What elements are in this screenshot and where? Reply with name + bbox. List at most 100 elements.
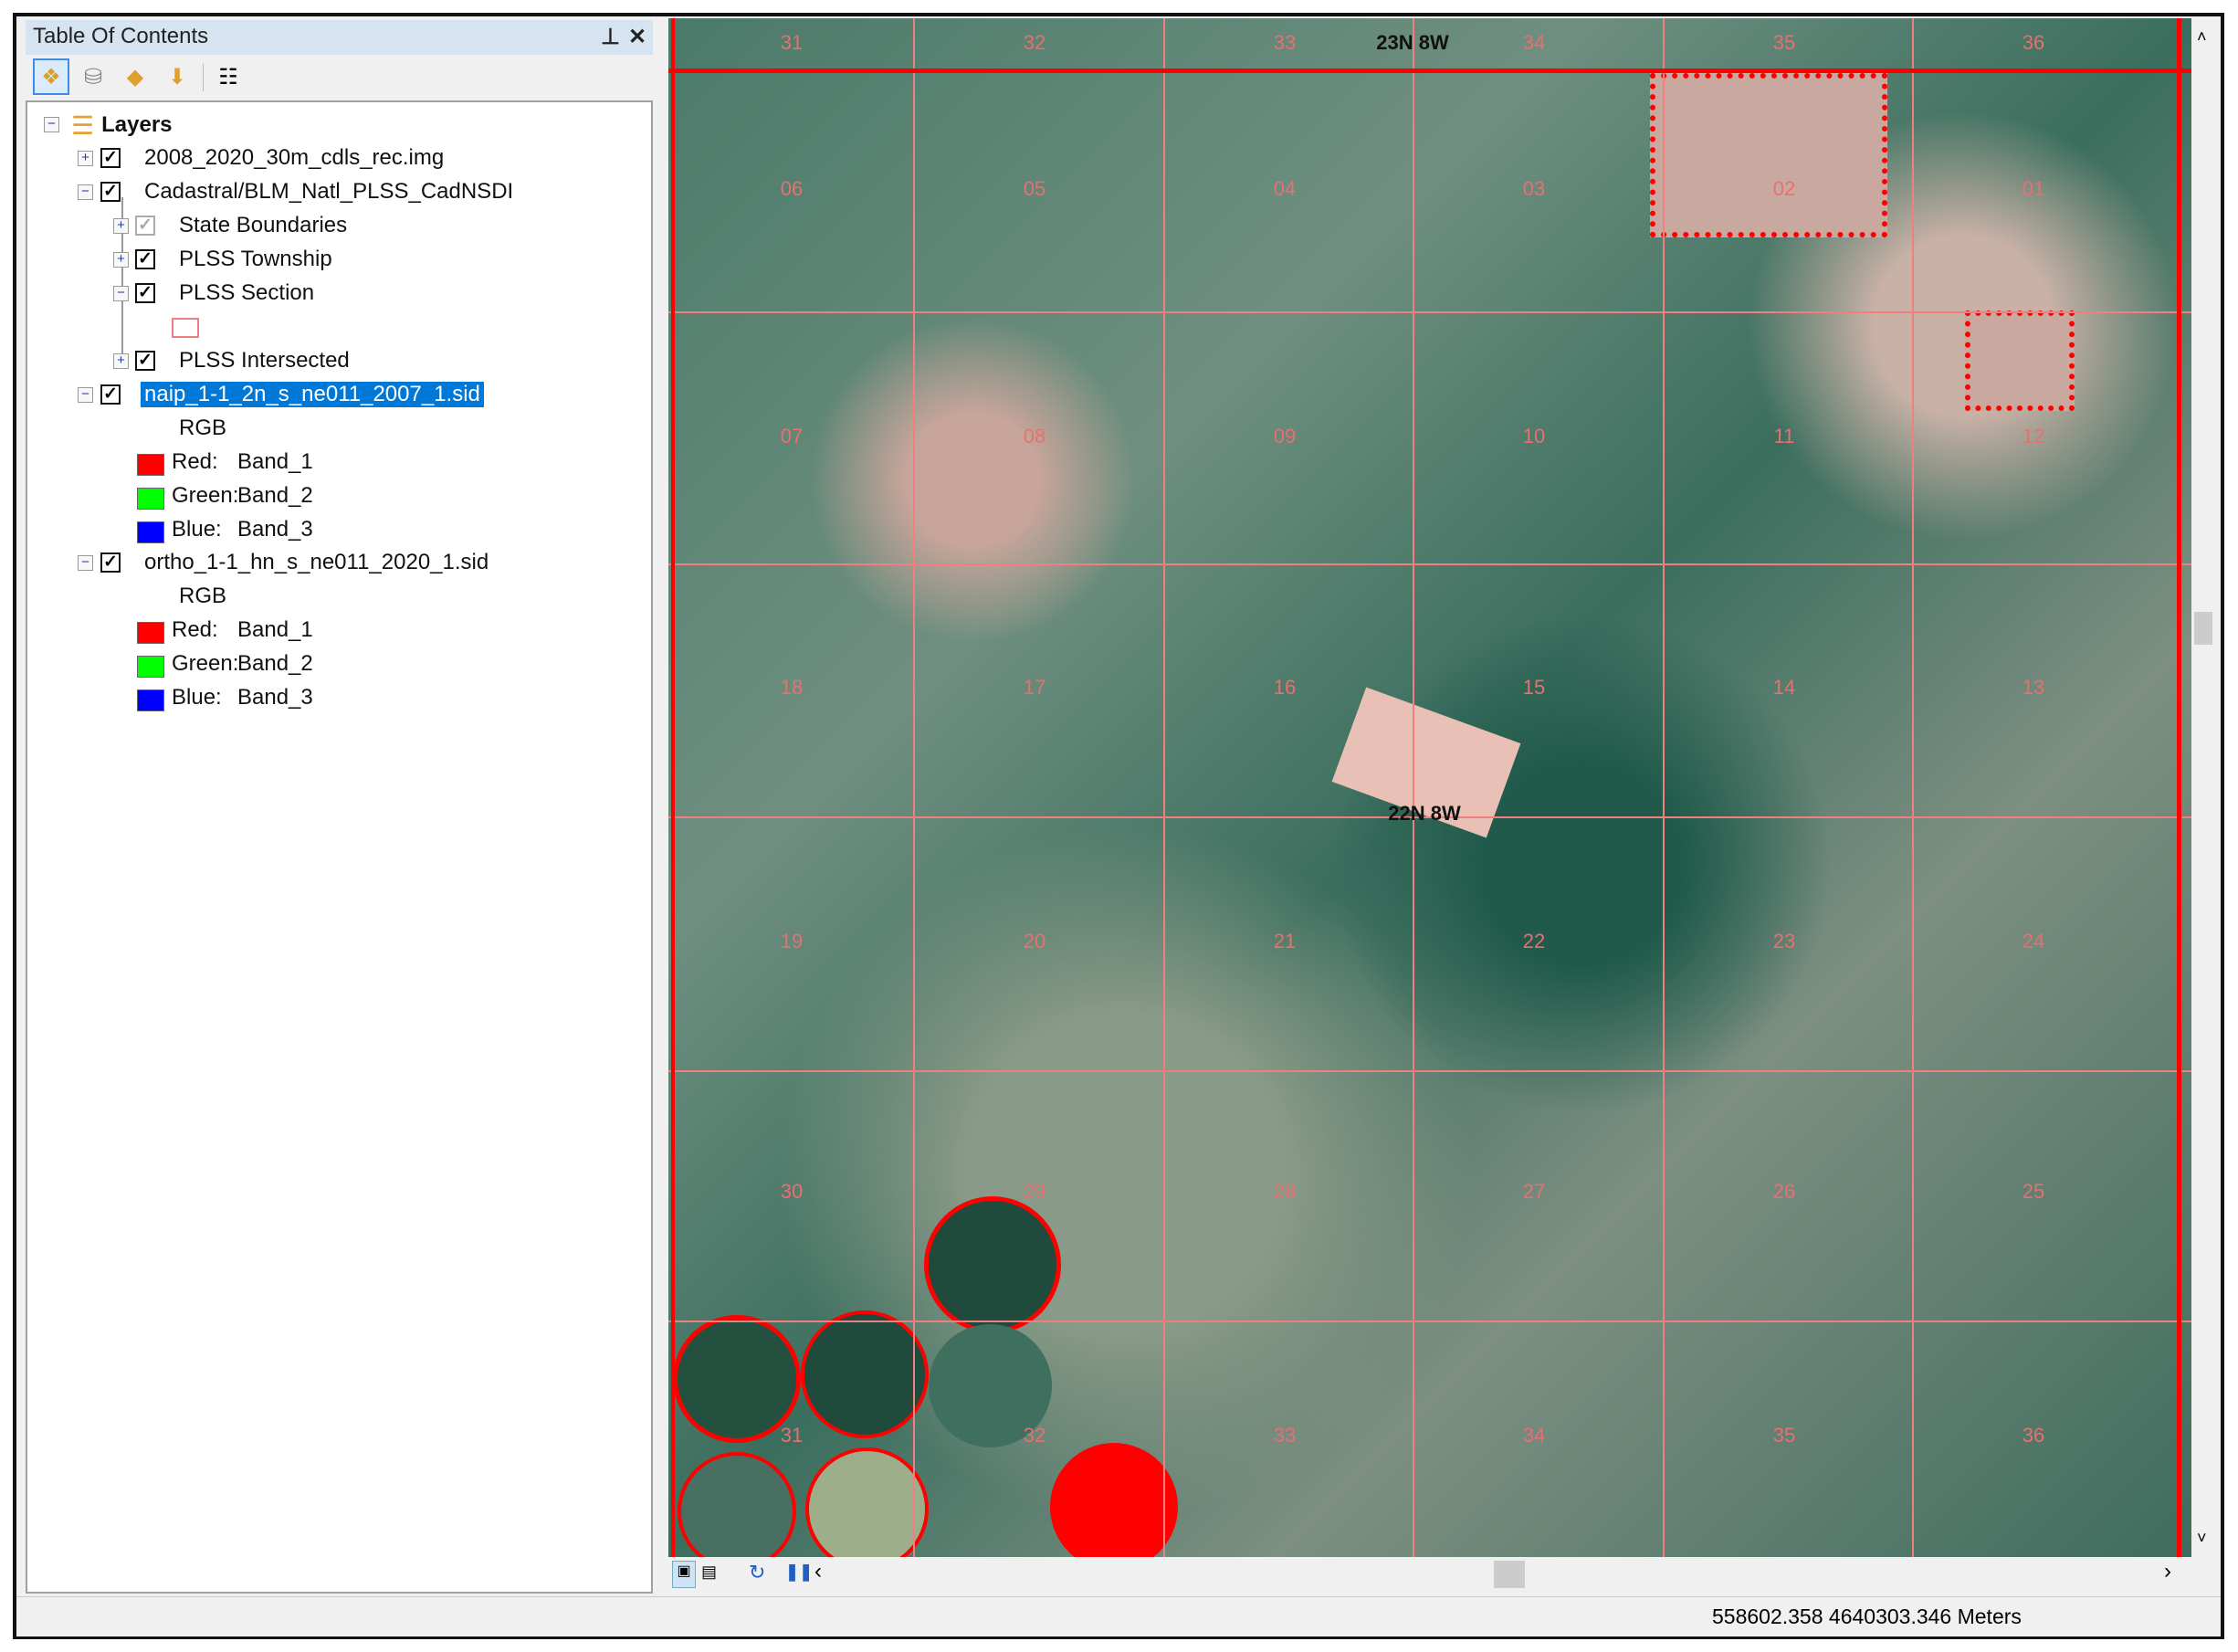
pause-drawing-button[interactable]: ❚❚ bbox=[785, 1563, 813, 1582]
collapse-icon[interactable]: − bbox=[78, 387, 93, 403]
band-row: Blue: Band_3 bbox=[172, 682, 313, 713]
expand-icon[interactable]: + bbox=[113, 252, 129, 268]
cdls-highlight-field bbox=[1650, 73, 1887, 237]
center-pivot-field bbox=[805, 1447, 929, 1557]
scroll-right-icon[interactable]: › bbox=[2164, 1559, 2171, 1584]
sublayer-visibility-checkbox[interactable]: ✓ bbox=[135, 351, 155, 371]
center-pivot-field bbox=[801, 1310, 929, 1438]
section-number-label: 34 bbox=[1522, 1424, 1546, 1447]
close-icon[interactable]: ✕ bbox=[628, 24, 646, 50]
sublayer-visibility-checkbox[interactable]: ✓ bbox=[135, 249, 155, 269]
scroll-thumb[interactable] bbox=[2194, 612, 2212, 645]
expand-icon[interactable]: + bbox=[78, 151, 93, 166]
section-number-label: 21 bbox=[1273, 930, 1297, 952]
band-value: Band_3 bbox=[237, 517, 313, 542]
collapse-layers-icon[interactable]: − bbox=[44, 117, 59, 132]
status-bar: 558602.358 4640303.346 Meters bbox=[16, 1596, 2221, 1636]
layers-root[interactable]: ☰ Layers bbox=[71, 110, 173, 141]
layer-ortho-2020[interactable]: ortho_1-1_hn_s_ne011_2020_1.sid bbox=[144, 547, 489, 578]
layer-visibility-checkbox[interactable]: ✓ bbox=[100, 384, 121, 405]
drawing-order-icon: ❖ bbox=[41, 64, 61, 89]
blue-band-swatch[interactable] bbox=[137, 689, 164, 711]
layer-cdls[interactable]: 2008_2020_30m_cdls_rec.img bbox=[144, 142, 444, 174]
list-by-source-button[interactable]: ⛁ bbox=[75, 58, 111, 95]
section-line bbox=[1912, 18, 1914, 1557]
selection-icon: ⬇ bbox=[167, 64, 187, 89]
collapse-icon[interactable]: − bbox=[78, 555, 93, 571]
toc-title-bar: Table Of Contents ⊥ ✕ bbox=[26, 20, 653, 55]
band-row: Red: Band_1 bbox=[172, 447, 313, 478]
layer-name: ortho_1-1_hn_s_ne011_2020_1.sid bbox=[144, 550, 489, 574]
pause-icon: ❚❚ bbox=[785, 1563, 814, 1581]
list-by-selection-button[interactable]: ⬇ bbox=[159, 58, 195, 95]
section-line bbox=[668, 311, 2191, 313]
cursor-coordinates: 558602.358 4640303.346 Meters bbox=[1712, 1605, 2022, 1628]
section-number-label: 18 bbox=[780, 676, 804, 699]
layer-name-selected: naip_1-1_2n_s_ne011_2007_1.sid bbox=[141, 382, 484, 407]
layers-icon: ◆ bbox=[126, 64, 144, 89]
band-row: Red: Band_1 bbox=[172, 615, 313, 646]
red-band-swatch[interactable] bbox=[137, 454, 164, 476]
layer-name: PLSS Township bbox=[179, 247, 332, 271]
layer-name: Cadastral/BLM_Natl_PLSS_CadNSDI bbox=[144, 179, 514, 204]
center-pivot-field bbox=[678, 1452, 796, 1557]
band-value: Band_1 bbox=[237, 617, 313, 642]
section-number-label: 14 bbox=[1772, 676, 1796, 699]
township-boundary bbox=[671, 18, 675, 1557]
scroll-up-icon[interactable]: ˄ bbox=[2197, 27, 2207, 47]
toc-toolbar: ❖ ⛁ ◆ ⬇ ☷ bbox=[26, 55, 653, 99]
sublayer-plss-township[interactable]: PLSS Township bbox=[179, 244, 332, 275]
layers-root-label: Layers bbox=[101, 112, 173, 137]
sublayer-plss-section[interactable]: PLSS Section bbox=[179, 278, 314, 309]
band-label: Green: bbox=[172, 483, 239, 508]
map-view[interactable]: 31 32 33 34 35 36 06 05 04 03 02 01 07 08 09 10 11 12 18 17… bbox=[668, 18, 2191, 1557]
sublayer-plss-intersected[interactable]: PLSS Intersected bbox=[179, 345, 350, 376]
section-number-label: 36 bbox=[2022, 1424, 2045, 1447]
scroll-left-icon[interactable]: ‹ bbox=[814, 1559, 822, 1584]
section-line bbox=[668, 563, 2191, 565]
layer-visibility-checkbox[interactable]: ✓ bbox=[100, 552, 121, 573]
list-by-visibility-button[interactable]: ◆ bbox=[117, 58, 153, 95]
layer-naip-2007[interactable]: naip_1-1_2n_s_ne011_2007_1.sid bbox=[141, 379, 484, 410]
horizontal-scroll-thumb[interactable] bbox=[1494, 1561, 1525, 1588]
section-line bbox=[1413, 18, 1414, 1557]
band-label: Blue: bbox=[172, 685, 222, 710]
section-number-label: 11 bbox=[1773, 425, 1795, 447]
layer-visibility-checkbox[interactable]: ✓ bbox=[100, 182, 121, 202]
section-number-label: 31 bbox=[780, 1424, 804, 1447]
pin-icon[interactable]: ⊥ bbox=[601, 24, 620, 50]
section-number-label: 35 bbox=[1772, 31, 1796, 54]
section-number-label: 08 bbox=[1023, 425, 1046, 447]
layer-visibility-checkbox[interactable]: ✓ bbox=[100, 148, 121, 168]
band-value: Band_1 bbox=[237, 449, 313, 474]
sublayer-visibility-checkbox[interactable]: ✓ bbox=[135, 283, 155, 303]
section-symbol-swatch[interactable] bbox=[172, 318, 199, 338]
red-band-swatch[interactable] bbox=[137, 622, 164, 644]
sublayer-state-boundaries[interactable]: State Boundaries bbox=[179, 210, 347, 241]
section-number-label: 36 bbox=[2022, 31, 2045, 54]
band-value: Band_2 bbox=[237, 651, 313, 676]
layer-plss-group[interactable]: Cadastral/BLM_Natl_PLSS_CadNSDI bbox=[144, 176, 513, 207]
section-line bbox=[668, 1070, 2191, 1072]
band-row: Green: Band_2 bbox=[172, 648, 313, 679]
sublayer-visibility-checkbox[interactable]: ✓ bbox=[135, 216, 155, 236]
collapse-icon[interactable]: − bbox=[78, 184, 93, 200]
refresh-button[interactable]: ↻ bbox=[749, 1561, 765, 1584]
collapse-icon[interactable]: − bbox=[113, 286, 129, 301]
options-button[interactable]: ☷ bbox=[210, 58, 247, 95]
data-view-button[interactable]: ▣ bbox=[672, 1561, 696, 1588]
expand-icon[interactable]: + bbox=[113, 218, 129, 234]
layout-view-button[interactable]: ▤ bbox=[701, 1563, 717, 1582]
band-label: Blue: bbox=[172, 517, 222, 542]
scroll-down-icon[interactable]: ˅ bbox=[2197, 1529, 2207, 1548]
list-by-drawing-order-button[interactable]: ❖ bbox=[33, 58, 69, 95]
green-band-swatch[interactable] bbox=[137, 488, 164, 510]
section-number-label: 30 bbox=[780, 1180, 804, 1203]
band-value: Band_2 bbox=[237, 483, 313, 508]
vertical-scrollbar[interactable]: ˄ ˅ bbox=[2191, 18, 2215, 1557]
blue-band-swatch[interactable] bbox=[137, 521, 164, 543]
layers-stack-icon: ☰ bbox=[71, 110, 95, 140]
section-number-label: 15 bbox=[1522, 676, 1546, 699]
green-band-swatch[interactable] bbox=[137, 656, 164, 678]
expand-icon[interactable]: + bbox=[113, 353, 129, 369]
